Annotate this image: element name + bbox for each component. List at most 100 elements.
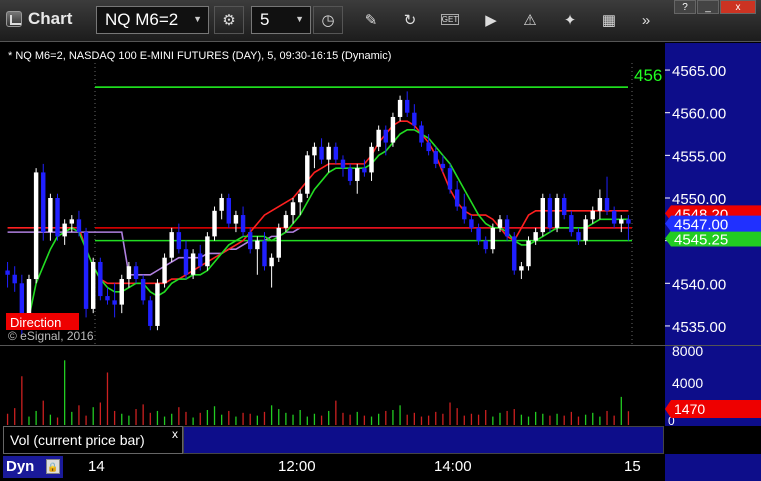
candle-body	[426, 142, 431, 152]
candle-body	[454, 189, 460, 207]
candle-body	[12, 274, 17, 284]
close-button[interactable]: x	[720, 0, 756, 14]
get-icon[interactable]: GET	[441, 14, 459, 25]
volume-study-close-icon[interactable]: x	[172, 427, 178, 441]
alert-line-label: 456	[634, 66, 662, 85]
candle-body	[362, 168, 367, 173]
candle-body	[490, 227, 496, 250]
ruler-icon[interactable]: ▦	[599, 10, 619, 30]
candle-body	[62, 223, 67, 237]
play-icon[interactable]: ▶	[481, 10, 501, 30]
chart-toolbar: Chart NQ M6=2 ▼ ⚙ 5 ▼ ◷ ✎ ↻ GET ▶ ⚠ ✦ ▦ …	[0, 0, 761, 42]
minimize-button[interactable]: _	[697, 0, 719, 14]
candle-body	[276, 227, 281, 258]
candle-body	[126, 266, 132, 280]
price-plot-bg	[0, 43, 665, 345]
alert-icon[interactable]: ⚠	[520, 10, 540, 30]
help-button[interactable]: ?	[674, 0, 696, 14]
candle-body	[90, 261, 96, 309]
candle-body	[440, 163, 446, 169]
candle-body	[283, 215, 289, 228]
candle-body	[133, 266, 139, 280]
candle-body	[319, 146, 324, 160]
candle-body	[404, 99, 410, 113]
price-tick-label: 4540.00	[672, 276, 726, 293]
price-flag-last-text: 4547.00	[674, 217, 728, 234]
candle-body	[119, 279, 124, 305]
candle-body	[69, 219, 75, 224]
candle-body	[526, 240, 531, 267]
time-tick-3: 14:00	[434, 458, 472, 475]
candle-body	[597, 198, 603, 211]
candle-body	[390, 116, 396, 143]
watermark: © eSignal, 2016	[8, 329, 94, 343]
candle-body	[347, 168, 353, 181]
price-flag-low-text: 4545.25	[674, 232, 728, 249]
candle-body	[76, 219, 82, 233]
candle-body	[355, 168, 360, 181]
interval-dropdown-icon[interactable]: ▼	[295, 14, 304, 24]
candle-body	[98, 261, 103, 297]
candle-body	[462, 206, 467, 220]
candle-body	[305, 155, 310, 194]
candle-body	[155, 283, 160, 326]
candle-body	[412, 112, 417, 126]
candle-body	[262, 240, 267, 267]
time-tick-1: 14	[88, 458, 105, 475]
volume-study-tab[interactable]: Vol (current price bar) x	[3, 426, 183, 454]
study-strip	[183, 426, 664, 454]
time-tick-2: 12:00	[278, 458, 316, 475]
interval-input[interactable]: 5 ▼	[251, 6, 311, 34]
time-tick-4: 15	[624, 458, 641, 475]
candle-body	[497, 219, 503, 228]
candle-body	[611, 210, 617, 224]
volume-chart[interactable]: 8000 4000 0 1470	[0, 345, 761, 426]
link-button[interactable]: ⚙	[214, 6, 244, 34]
price-tick-label: 4565.00	[672, 63, 726, 80]
candle-body	[569, 215, 574, 233]
settings-icon[interactable]: ✦	[560, 10, 580, 30]
price-chart[interactable]: 4565.004560.004555.004550.004545.004540.…	[0, 43, 761, 345]
candle-body	[604, 198, 610, 211]
symbol-value: NQ M6=2	[105, 10, 179, 29]
candle-body	[447, 168, 453, 190]
candle-body	[533, 232, 538, 241]
candle-body	[369, 146, 374, 173]
chevron-icon[interactable]: »	[636, 10, 656, 30]
candle-body	[233, 215, 239, 224]
candle-body	[240, 215, 246, 233]
help-label: ?	[682, 1, 688, 13]
clock-button[interactable]: ◷	[313, 6, 343, 34]
candle-body	[312, 146, 317, 156]
price-tick-label: 4535.00	[672, 319, 726, 336]
candle-body	[33, 172, 39, 280]
candle-body	[269, 257, 274, 267]
candle-body	[504, 219, 510, 237]
pencil-icon[interactable]: ✎	[361, 10, 381, 30]
dynamic-mode-button[interactable]: Dyn 🔒	[3, 456, 63, 478]
direction-label: Direction	[10, 315, 61, 330]
candle-body	[83, 232, 89, 309]
volume-last-value: 1470	[674, 401, 705, 417]
symbol-dropdown-icon[interactable]: ▼	[193, 14, 202, 24]
candle-body	[397, 99, 403, 117]
time-axis[interactable]	[0, 454, 761, 481]
volume-tick-top: 8000	[672, 345, 703, 359]
candle-body	[183, 249, 189, 275]
symbol-input[interactable]: NQ M6=2 ▼	[96, 6, 209, 34]
candle-body	[112, 300, 117, 305]
candle-body	[540, 198, 546, 233]
candle-body	[626, 219, 631, 224]
candle-body	[333, 146, 339, 160]
candle-body	[554, 198, 560, 228]
refresh-icon[interactable]: ↻	[400, 10, 420, 30]
candle-body	[340, 159, 346, 169]
candle-body	[561, 198, 567, 216]
candle-body	[469, 219, 474, 228]
chart-logo-icon	[6, 11, 22, 27]
candle-body	[476, 227, 481, 241]
candle-body	[376, 129, 381, 147]
app-title-text: Chart	[28, 9, 73, 28]
lock-icon[interactable]: 🔒	[46, 459, 60, 474]
candle-body	[419, 125, 424, 143]
